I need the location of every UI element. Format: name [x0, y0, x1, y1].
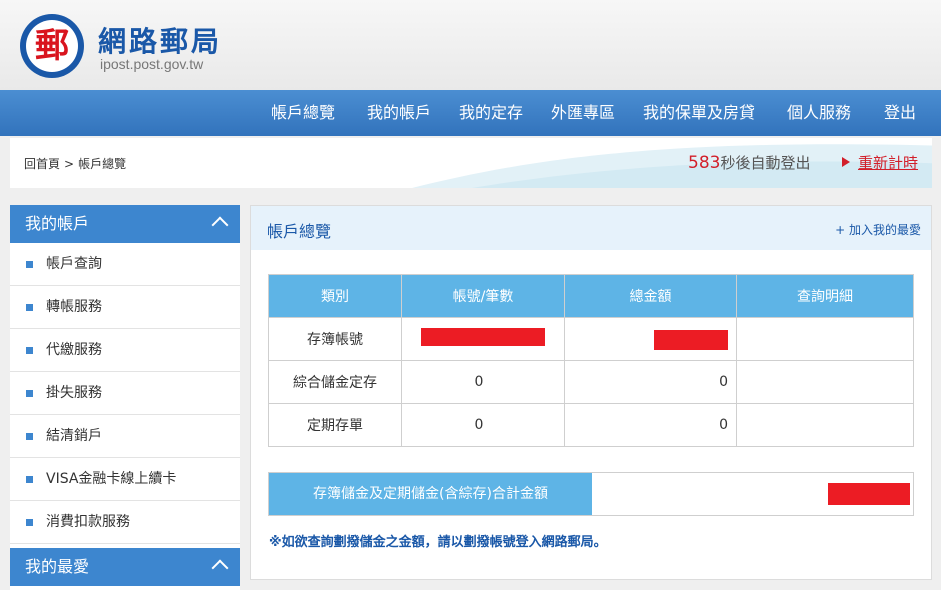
page-title: 帳戶總覽 [267, 222, 332, 241]
sidebar-section-title: 我的最愛 [25, 557, 90, 576]
bullet-icon [26, 433, 33, 440]
sidebar-section-favorites[interactable]: 我的最愛 [10, 548, 240, 586]
row-amount-redacted [564, 317, 737, 361]
breadcrumb-current: 帳戶總覽 [78, 157, 127, 171]
nav-item-account-overview[interactable]: 帳戶總覽 [271, 90, 335, 136]
breadcrumb-bar: 回首頁 > 帳戶總覽 583秒後自動登出 重新計時 [10, 138, 932, 188]
nav-item-forex[interactable]: 外匯專區 [551, 90, 615, 136]
table-row: 綜合儲金定存 0 0 [268, 360, 914, 404]
row-amount: 0 [564, 403, 737, 447]
sidebar-item-label: 掛失服務 [46, 385, 102, 401]
grand-total-label: 存簿儲金及定期儲金(含綜存)合計金額 [269, 473, 592, 515]
renew-timer-label: 重新計時 [858, 154, 919, 172]
nav-item-my-account[interactable]: 我的帳戶 [367, 90, 431, 136]
sidebar-item-label: VISA金融卡線上續卡 [46, 471, 177, 487]
redaction-block [421, 328, 545, 346]
breadcrumb-home-link[interactable]: 回首頁 [24, 157, 60, 171]
row-detail[interactable] [736, 317, 914, 361]
bullet-icon [26, 261, 33, 268]
chevron-up-icon[interactable] [211, 216, 229, 234]
bullet-icon [26, 347, 33, 354]
postal-transfer-note: ※如欲查詢劃撥儲金之金額，請以劃撥帳號登入網路郵局。 [269, 535, 607, 550]
renew-timer-link[interactable]: 重新計時 [844, 152, 918, 173]
grand-total-redacted [828, 483, 910, 505]
site-title[interactable]: 網路郵局 [98, 20, 222, 60]
session-timer: 583秒後自動登出 [688, 152, 810, 173]
row-category: 存簿帳號 [268, 317, 402, 361]
sidebar-item-label: 消費扣款服務 [46, 514, 130, 530]
sidebar-item-label: 轉帳服務 [46, 299, 102, 315]
add-favorite-link[interactable]: + 加入我的最愛 [835, 221, 921, 238]
sidebar-item-label: 帳戶查詢 [46, 256, 102, 272]
bullet-icon [26, 390, 33, 397]
bullet-icon [26, 304, 33, 311]
sidebar-item-payment[interactable]: 代繳服務 [10, 329, 240, 372]
column-header-detail: 查詢明細 [736, 274, 914, 318]
sidebar-item-close-account[interactable]: 結清銷戶 [10, 415, 240, 458]
post-logo-icon[interactable]: 郵 [20, 14, 84, 78]
sidebar-item-label: 代繳服務 [46, 342, 102, 358]
site-header: 郵 網路郵局 ipost.post.gov.tw [0, 0, 941, 90]
bullet-icon [26, 519, 33, 526]
redaction-block [654, 330, 728, 350]
nav-item-personal-service[interactable]: 個人服務 [787, 90, 851, 136]
row-count: 0 [401, 403, 565, 447]
session-seconds: 583 [688, 153, 721, 173]
sidebar-item-label: 結清銷戶 [46, 428, 102, 444]
row-amount: 0 [564, 360, 737, 404]
sidebar-item-report-loss[interactable]: 掛失服務 [10, 372, 240, 415]
nav-item-logout[interactable]: 登出 [884, 90, 916, 136]
main-nav: 帳戶總覽 我的帳戶 我的定存 外匯專區 我的保單及房貸 個人服務 登出 [0, 90, 941, 136]
table-row: 存簿帳號 [268, 317, 914, 361]
site-domain: ipost.post.gov.tw [100, 56, 204, 72]
bullet-icon [26, 476, 33, 483]
chevron-up-icon[interactable] [211, 559, 229, 577]
row-account-redacted [401, 317, 565, 361]
grand-total-row: 存簿儲金及定期儲金(含綜存)合計金額 [268, 472, 914, 516]
row-category: 定期存單 [268, 403, 402, 447]
nav-item-insurance-mortgage[interactable]: 我的保單及房貸 [643, 90, 755, 136]
sidebar-item-consumer-debit[interactable]: 消費扣款服務 [10, 501, 240, 544]
account-summary-table: 類別 帳號/筆數 總金額 查詢明細 存簿帳號 綜合儲金定存 0 0 定期存單 0… [268, 274, 914, 447]
sidebar: 我的帳戶 帳戶查詢 轉帳服務 代繳服務 掛失服務 結清銷戶 VISA金融卡線上續… [10, 205, 240, 590]
sidebar-item-visa-renew[interactable]: VISA金融卡線上續卡 [10, 458, 240, 501]
session-suffix: 秒後自動登出 [720, 154, 811, 172]
table-header-row: 類別 帳號/筆數 總金額 查詢明細 [268, 274, 914, 318]
account-overview-panel: 帳戶總覽 + 加入我的最愛 類別 帳號/筆數 總金額 查詢明細 存簿帳號 綜合儲… [250, 205, 932, 580]
row-count: 0 [401, 360, 565, 404]
sidebar-item-account-query[interactable]: 帳戶查詢 [10, 243, 240, 286]
row-detail[interactable] [736, 360, 914, 404]
column-header-total-amount: 總金額 [564, 274, 737, 318]
sidebar-item-transfer[interactable]: 轉帳服務 [10, 286, 240, 329]
breadcrumb-separator: > [64, 157, 75, 171]
column-header-account-count: 帳號/筆數 [401, 274, 565, 318]
sidebar-section-title: 我的帳戶 [25, 214, 90, 233]
column-header-category: 類別 [268, 274, 402, 318]
sidebar-section-my-account[interactable]: 我的帳戶 [10, 205, 240, 243]
nav-item-my-deposit[interactable]: 我的定存 [459, 90, 523, 136]
row-category: 綜合儲金定存 [268, 360, 402, 404]
row-detail[interactable] [736, 403, 914, 447]
panel-header: 帳戶總覽 + 加入我的最愛 [251, 206, 931, 250]
table-row: 定期存單 0 0 [268, 403, 914, 447]
logo-glyph: 郵 [35, 26, 69, 66]
breadcrumb: 回首頁 > 帳戶總覽 [24, 155, 126, 172]
